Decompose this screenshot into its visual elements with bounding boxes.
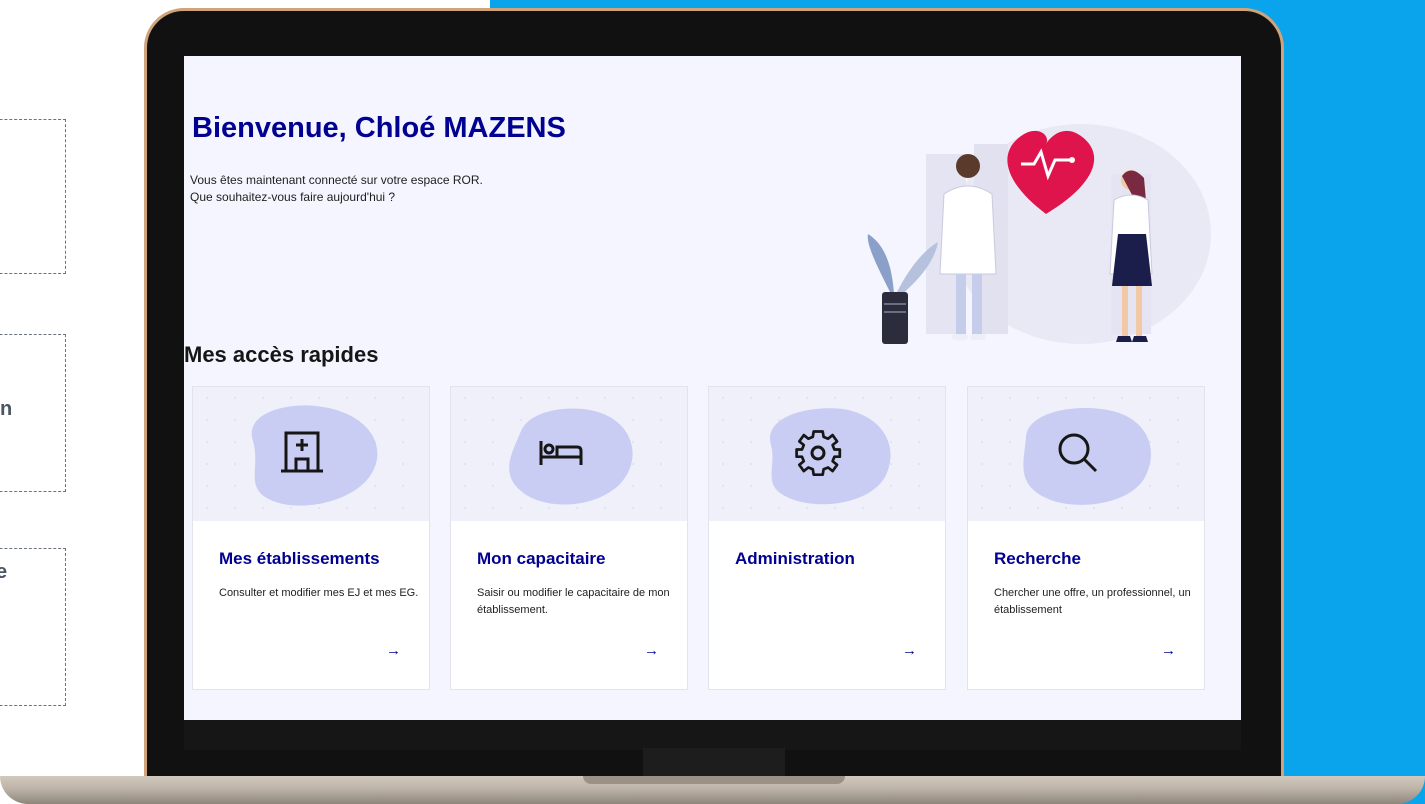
side-box-1	[0, 119, 66, 274]
hospital-icon	[281, 431, 323, 473]
side-box-3-text: e	[0, 561, 8, 583]
card-illustration	[193, 387, 429, 521]
laptop-notch	[583, 776, 845, 784]
card-description: Consulter et modifier mes EJ et mes EG.	[219, 587, 419, 599]
card-title: Administration	[735, 549, 855, 568]
welcome-subtitle: Vous êtes maintenant connecté sur votre …	[190, 172, 483, 206]
card-administration[interactable]: Administration →	[708, 386, 946, 690]
arrow-right-icon[interactable]: →	[386, 642, 401, 659]
laptop-hinge	[643, 748, 785, 778]
search-icon	[1058, 433, 1098, 473]
card-illustration	[968, 387, 1204, 521]
card-illustration	[709, 387, 945, 521]
card-recherche[interactable]: Recherche Chercher une offre, un profess…	[967, 386, 1205, 690]
card-title: Mon capacitaire	[477, 549, 606, 568]
side-box-2-text: n	[0, 398, 13, 420]
gear-icon	[795, 430, 842, 477]
side-box-3: e	[0, 548, 66, 706]
arrow-right-icon[interactable]: →	[644, 642, 659, 659]
arrow-right-icon[interactable]: →	[902, 642, 917, 659]
arrow-right-icon[interactable]: →	[1161, 642, 1176, 659]
card-description: Chercher une offre, un professionnel, un…	[994, 587, 1191, 616]
laptop-bezel-strip	[184, 720, 1241, 750]
card-mes-etablissements[interactable]: Mes établissements Consulter et modifier…	[192, 386, 430, 690]
welcome-line-2: Que souhaitez-vous faire aujourd'hui ?	[190, 190, 396, 204]
card-mon-capacitaire[interactable]: Mon capacitaire Saisir ou modifier le ca…	[450, 386, 688, 690]
welcome-title: Bienvenue, Chloé MAZENS	[192, 112, 566, 144]
doctors-illustration	[867, 124, 1211, 344]
welcome-line-1: Vous êtes maintenant connecté sur votre …	[190, 173, 483, 187]
card-title: Recherche	[994, 549, 1081, 568]
bed-icon	[539, 441, 583, 465]
quick-access-title: Mes accès rapides	[184, 342, 379, 367]
card-description: Saisir ou modifier le capacitaire de mon…	[477, 587, 670, 616]
app-screen: Bienvenue, Chloé MAZENS Vous êtes mainte…	[184, 56, 1241, 720]
card-illustration	[451, 387, 687, 521]
side-box-2: n	[0, 334, 66, 492]
card-title: Mes établissements	[219, 549, 380, 568]
